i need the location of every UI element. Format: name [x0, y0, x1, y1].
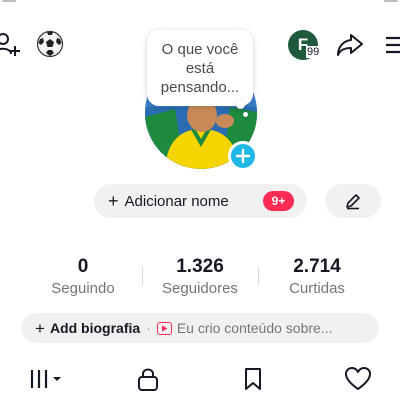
- stat-value: 1.326: [176, 256, 224, 277]
- tab-saved[interactable]: [233, 364, 273, 394]
- share-icon[interactable]: [334, 29, 366, 61]
- grid-icon: [30, 370, 61, 388]
- plus-icon: +: [35, 318, 45, 338]
- pencil-icon: [346, 194, 360, 210]
- stat-followers[interactable]: 1.326 Seguidores: [145, 256, 255, 299]
- stat-following[interactable]: 0 Seguindo: [28, 256, 138, 299]
- avatar-badge: 99: [306, 46, 321, 58]
- video-icon: [156, 321, 172, 335]
- stat-likes[interactable]: 2.714 Curtidas: [262, 256, 372, 299]
- bubble-tail: [236, 100, 245, 109]
- bookmark-icon: [245, 368, 261, 390]
- notification-badge: 9+: [263, 191, 294, 211]
- add-bio-label: Add biografia: [49, 320, 141, 336]
- add-photo-button[interactable]: [228, 141, 258, 171]
- status-indicator: [384, 0, 398, 2]
- lock-icon: [138, 368, 158, 391]
- stat-label: Curtidas: [289, 280, 345, 297]
- thought-bubble-text: O que você está pensando...: [160, 40, 240, 96]
- tab-liked[interactable]: [338, 364, 378, 394]
- tab-videos[interactable]: [25, 364, 65, 394]
- bubble-tail: [243, 112, 248, 117]
- menu-icon[interactable]: [384, 32, 400, 58]
- status-indicator: [2, 0, 16, 2]
- status-bar: [0, 0, 400, 8]
- status-thought-bubble[interactable]: O que você está pensando...: [147, 30, 253, 106]
- tab-private[interactable]: [128, 364, 168, 394]
- edit-profile-button[interactable]: [325, 184, 381, 218]
- bio-separator: ·: [146, 320, 151, 336]
- stat-value: 0: [77, 256, 89, 277]
- soccer-ball-icon[interactable]: [36, 30, 64, 58]
- add-bio-button[interactable]: + Add biografia · Eu crio conteúdo sobre…: [21, 313, 379, 343]
- plus-icon: +: [108, 191, 119, 211]
- add-name-label: Adicionar nome: [124, 192, 229, 210]
- add-user-icon[interactable]: [0, 30, 24, 60]
- stat-divider: [258, 266, 259, 286]
- plus-icon: [235, 148, 251, 164]
- stat-label: Seguidores: [162, 280, 238, 297]
- stat-value: 2.714: [293, 256, 341, 277]
- stat-label: Seguindo: [51, 280, 115, 297]
- stat-divider: [142, 266, 143, 286]
- bio-suggestion: Eu crio conteúdo sobre...: [176, 320, 333, 336]
- heart-icon: [345, 367, 371, 390]
